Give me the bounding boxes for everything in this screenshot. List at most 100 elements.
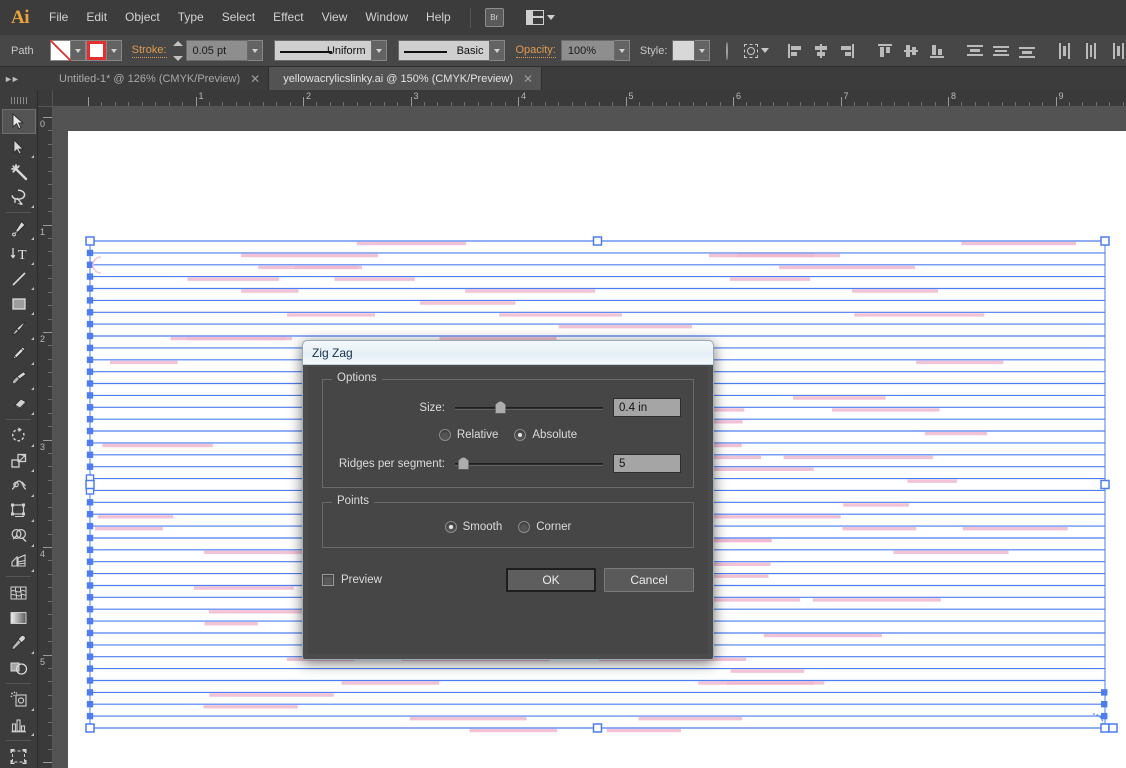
menu-view[interactable]: View	[313, 0, 357, 35]
size-slider-thumb[interactable]	[494, 400, 506, 414]
stroke-weight-dropdown-arrow[interactable]	[247, 40, 263, 61]
scale-tool[interactable]	[2, 448, 36, 473]
corner-radio[interactable]: Corner	[518, 521, 571, 533]
align-to-control[interactable]	[744, 43, 770, 58]
menu-file[interactable]: File	[40, 0, 77, 35]
align-center-h-icon[interactable]	[811, 41, 831, 61]
blend-tool[interactable]	[2, 655, 36, 680]
stroke-label[interactable]: Stroke:	[131, 44, 167, 58]
distribute-left-icon[interactable]	[1055, 41, 1075, 61]
size-slider-track[interactable]	[455, 406, 603, 410]
preview-checkbox[interactable]	[322, 574, 334, 586]
menu-type[interactable]: Type	[169, 0, 213, 35]
stroke-profile-dropdown-arrow[interactable]	[371, 40, 387, 61]
horizontal-ruler[interactable]: 123456789	[53, 90, 1126, 107]
cancel-button[interactable]: Cancel	[604, 568, 694, 592]
eyedropper-tool[interactable]	[2, 630, 36, 655]
distribute-center-h-icon[interactable]	[1081, 41, 1101, 61]
blob-brush-tool[interactable]	[2, 366, 36, 391]
stroke-swatch-icon[interactable]	[85, 40, 107, 61]
radio-dot-selected-icon[interactable]	[444, 521, 457, 533]
fill-color-control[interactable]	[49, 40, 86, 61]
align-top-icon[interactable]	[875, 41, 895, 61]
tab-untitled-1[interactable]: Untitled-1* @ 126% (CMYK/Preview) ✕	[45, 67, 270, 90]
distribute-right-icon[interactable]	[1107, 41, 1126, 61]
menu-select[interactable]: Select	[213, 0, 264, 35]
opacity-label[interactable]: Opacity:	[515, 44, 556, 58]
symbol-sprayer-tool[interactable]	[2, 687, 36, 712]
selection-tool[interactable]	[1, 109, 36, 134]
menu-edit[interactable]: Edit	[77, 0, 116, 35]
align-middle-v-icon[interactable]	[901, 41, 921, 61]
relative-radio[interactable]: Relative	[438, 429, 498, 441]
dialog-title-bar[interactable]: Zig Zag	[303, 341, 713, 365]
ridges-slider[interactable]	[455, 456, 603, 471]
graphic-style-swatch[interactable]	[672, 40, 696, 61]
tools-panel-grip[interactable]	[9, 93, 28, 107]
ridges-slider-thumb[interactable]	[457, 456, 469, 470]
zigzag-dialog[interactable]: Zig Zag Options Size: 0.4 in Relative Ab…	[302, 340, 714, 660]
lasso-tool[interactable]	[2, 184, 36, 209]
size-input[interactable]: 0.4 in	[613, 398, 681, 417]
rotate-tool[interactable]	[2, 423, 36, 448]
align-right-icon[interactable]	[837, 41, 857, 61]
opacity-dropdown-arrow[interactable]	[614, 40, 630, 61]
brush-definition-control[interactable]: Basic	[397, 40, 505, 61]
perspective-grid-tool[interactable]	[2, 548, 36, 573]
chevron-down-icon[interactable]	[761, 48, 770, 53]
distribute-top-icon[interactable]	[965, 41, 985, 61]
vertical-ruler[interactable]: 012345	[38, 107, 53, 768]
close-icon[interactable]: ✕	[250, 72, 260, 86]
gradient-tool[interactable]	[2, 605, 36, 630]
shape-builder-tool[interactable]	[2, 523, 36, 548]
menu-object[interactable]: Object	[116, 0, 169, 35]
mesh-tool[interactable]	[2, 580, 36, 605]
align-left-icon[interactable]	[785, 41, 805, 61]
width-tool[interactable]	[2, 473, 36, 498]
column-graph-tool[interactable]	[2, 712, 36, 737]
size-slider[interactable]	[455, 400, 603, 415]
align-bottom-icon[interactable]	[927, 41, 947, 61]
fill-swatch-none-icon[interactable]	[49, 40, 71, 61]
stroke-weight-value[interactable]: 0.05 pt	[185, 40, 248, 61]
graphic-style-control[interactable]	[672, 40, 711, 61]
ok-button[interactable]: OK	[506, 568, 596, 592]
align-to-selection-icon[interactable]	[744, 43, 759, 58]
menu-effect[interactable]: Effect	[264, 0, 312, 35]
type-tool[interactable]: T	[2, 241, 36, 266]
stroke-weight-control[interactable]: 0.05 pt	[185, 40, 263, 61]
stroke-profile-value[interactable]: Uniform	[273, 40, 372, 61]
workspace-switcher[interactable]	[525, 10, 555, 25]
rectangle-tool[interactable]	[2, 291, 36, 316]
brush-definition-dropdown-arrow[interactable]	[489, 40, 505, 61]
radio-dot-icon[interactable]	[518, 521, 531, 533]
paintbrush-tool[interactable]	[2, 316, 36, 341]
fill-dropdown-arrow[interactable]	[70, 40, 86, 61]
menu-help[interactable]: Help	[417, 0, 460, 35]
radio-dot-icon[interactable]	[438, 429, 451, 441]
direct-selection-tool[interactable]	[2, 134, 36, 159]
ridges-slider-track[interactable]	[455, 462, 603, 466]
opacity-value[interactable]: 100%	[560, 40, 615, 61]
brush-definition-value[interactable]: Basic	[397, 40, 490, 61]
menu-window[interactable]: Window	[356, 0, 417, 35]
pen-tool[interactable]	[2, 216, 36, 241]
absolute-radio[interactable]: Absolute	[514, 429, 577, 441]
preview-checkbox-group[interactable]: Preview	[322, 574, 382, 586]
artboard-tool[interactable]	[2, 744, 36, 768]
panel-expand-control[interactable]: ►►	[0, 67, 45, 90]
stroke-dropdown-arrow[interactable]	[106, 40, 122, 61]
opacity-control[interactable]: 100%	[560, 40, 630, 61]
free-transform-tool[interactable]	[2, 498, 36, 523]
tab-yellowacrylicslinky[interactable]: yellowacrylicslinky.ai @ 150% (CMYK/Prev…	[269, 67, 543, 90]
distribute-bottom-icon[interactable]	[1017, 41, 1037, 61]
smooth-radio[interactable]: Smooth	[444, 521, 502, 533]
stroke-color-control[interactable]	[85, 40, 122, 61]
graphic-style-dropdown-arrow[interactable]	[695, 40, 711, 61]
recolor-artwork-icon[interactable]	[726, 41, 729, 60]
ridges-input[interactable]: 5	[613, 454, 681, 473]
eraser-tool[interactable]	[2, 391, 36, 416]
magic-wand-tool[interactable]	[2, 159, 36, 184]
pencil-tool[interactable]	[2, 341, 36, 366]
stroke-weight-stepper[interactable]	[172, 40, 183, 61]
